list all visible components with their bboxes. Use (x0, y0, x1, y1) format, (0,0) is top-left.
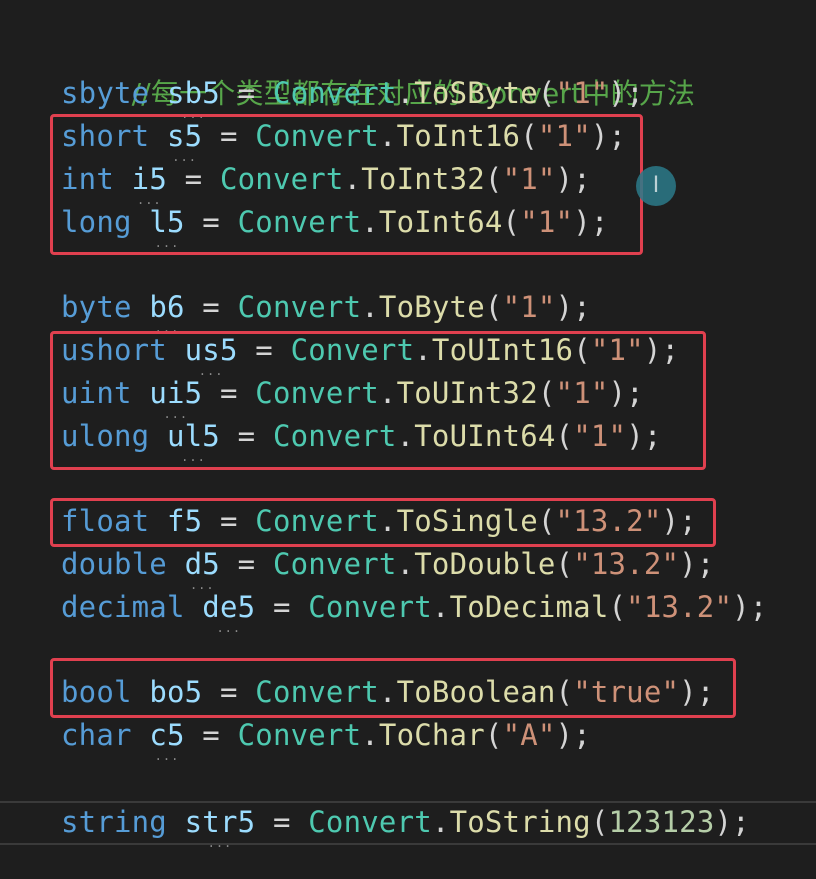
argument-literal: "A" (502, 718, 556, 752)
method-name: ToDouble (414, 547, 556, 581)
type-keyword: decimal (61, 590, 185, 624)
class-name: Convert (308, 590, 432, 624)
variable-name: d5 (185, 547, 220, 581)
code-line[interactable]: sbyte sb5 = Convert.ToSByte("1"); (61, 72, 644, 115)
class-name: Convert (237, 290, 362, 324)
argument-literal: "13.2" (573, 547, 680, 581)
method-name: ToChar (378, 718, 485, 752)
code-editor[interactable]: //每一个类型都存在对应的 Convert中的方法 sbyte sb5 = Co… (0, 0, 816, 879)
variable-name: c5 (149, 718, 184, 752)
class-name: Convert (272, 76, 397, 110)
current-line-highlight (0, 801, 816, 845)
highlight-box-unsigned-types (50, 331, 706, 470)
argument-literal: "1" (502, 290, 556, 324)
type-keyword: byte (61, 290, 132, 324)
variable-name: sb5 (167, 76, 220, 110)
method-name: ToByte (378, 290, 485, 324)
type-keyword: double (61, 547, 167, 581)
argument-literal: "13.2" (626, 590, 733, 624)
variable-name: b6 (149, 290, 184, 324)
class-name: Convert (237, 718, 362, 752)
method-name: ToDecimal (449, 590, 609, 624)
type-keyword: char (61, 718, 132, 752)
highlight-box-int-types (50, 114, 643, 255)
method-name: ToSByte (414, 76, 538, 110)
code-line[interactable]: char c5 = Convert.ToChar("A"); (61, 714, 591, 757)
variable-name: de5 (202, 590, 255, 624)
text-cursor-icon: I (636, 166, 676, 206)
highlight-box-float (50, 498, 716, 547)
code-comment: //每一个类型都存在对应的 Convert中的方法 (61, 29, 695, 110)
code-line[interactable]: double d5 = Convert.ToDouble("13.2"); (61, 543, 715, 586)
code-line[interactable]: decimal de5 = Convert.ToDecimal("13.2"); (61, 586, 767, 629)
class-name: Convert (272, 547, 397, 581)
type-keyword: sbyte (61, 76, 150, 110)
argument-literal: "1" (555, 76, 609, 110)
highlight-box-bool (50, 658, 736, 718)
code-line[interactable]: byte b6 = Convert.ToByte("1"); (61, 286, 591, 329)
